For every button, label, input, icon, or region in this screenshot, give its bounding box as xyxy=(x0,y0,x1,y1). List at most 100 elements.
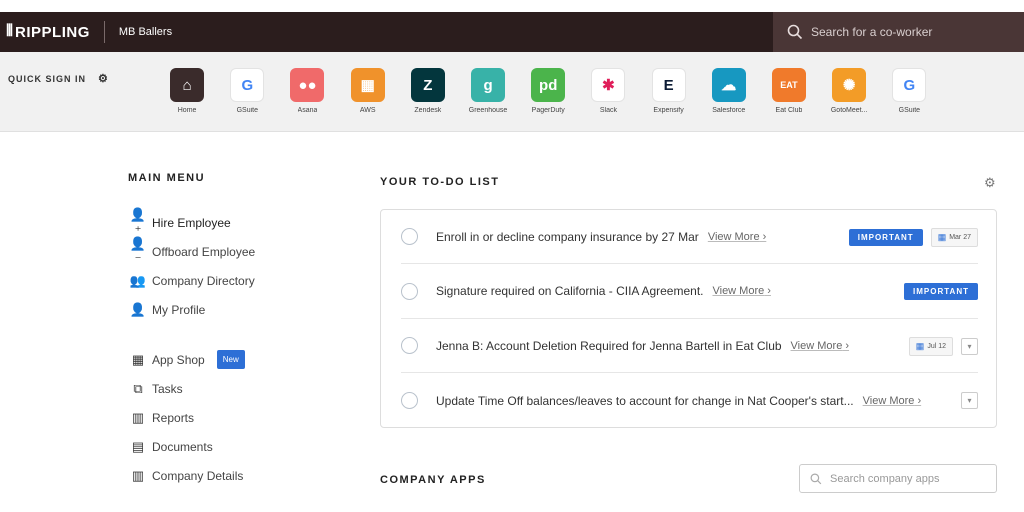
chevron-down-icon[interactable]: ▾ xyxy=(961,337,978,355)
view-more-label: View More xyxy=(790,339,843,352)
view-more-link[interactable]: View More › xyxy=(712,285,771,297)
menu-item-app-shop[interactable]: ▦ App Shop New xyxy=(128,345,255,374)
todo-item-text: Signature required on California - CIIA … xyxy=(436,284,704,298)
due-date-chip: ▦ Jul 12 xyxy=(908,336,953,356)
menu-spacer xyxy=(128,324,255,345)
quick-sign-in-bar: QUICK SIGN IN ⚙ ⌂ Home G GSuite ●● Asana ▦ AWS Z… xyxy=(0,52,1024,132)
quick-sign-in-apps: ⌂ Home G GSuite ●● Asana ▦ AWS Z Zendesk g Greenhou… xyxy=(157,68,939,114)
todo-item-meta: ▾ xyxy=(953,374,978,428)
company-name[interactable]: MB Ballers xyxy=(119,26,172,38)
todo-checkbox[interactable] xyxy=(401,282,418,300)
gear-icon[interactable]: ⚙ xyxy=(98,72,109,85)
quick-app-label: AWS xyxy=(359,107,376,114)
quick-app-label: Home xyxy=(177,107,197,114)
todo-checkbox[interactable] xyxy=(401,337,418,354)
quick-app-label: Asana xyxy=(297,107,318,114)
menu-item-company-directory[interactable]: 👥 Company Directory xyxy=(128,266,255,295)
document-icon: ▤ xyxy=(131,438,145,454)
rippling-logo-icon: ⦀ xyxy=(6,23,13,40)
quick-app-label: Eat Club xyxy=(775,107,803,114)
menu-item-company-details[interactable]: ▥ Company Details xyxy=(128,461,255,490)
todo-list-title: YOUR TO-DO LIST xyxy=(380,176,500,188)
quick-app-asana[interactable]: ●● Asana xyxy=(277,68,337,114)
quick-app-label: Slack xyxy=(599,107,617,114)
menu-item-reports[interactable]: ▥ Reports xyxy=(128,403,255,432)
quick-app-label: Salesforce xyxy=(712,107,746,114)
todo-item-meta: IMPORTANT xyxy=(904,265,978,319)
todo-item[interactable]: Update Time Off balances/leaves to accou… xyxy=(401,374,978,428)
quick-app-gsuite[interactable]: G GSuite xyxy=(879,68,939,114)
menu-item-label: Tasks xyxy=(152,381,183,396)
quick-app-slack[interactable]: ✱ Slack xyxy=(578,68,638,114)
coworker-search-input[interactable]: Search for a co-worker xyxy=(773,12,1024,52)
quick-app-home[interactable]: ⌂ Home xyxy=(157,68,217,114)
chevron-down-icon[interactable]: ▾ xyxy=(961,392,978,409)
todo-item-meta: IMPORTANT ▦ Mar 27 xyxy=(848,210,978,264)
main-menu: 👤⁺ Hire Employee 👤⁻ Offboard Employee 👥 Compa… xyxy=(128,207,255,490)
zendesk-icon: Z xyxy=(410,68,445,102)
calendar-icon: ▦ xyxy=(937,231,947,242)
todo-item-text: Enroll in or decline company insurance b… xyxy=(436,229,699,244)
todo-checkbox[interactable] xyxy=(401,392,418,409)
tasks-icon: ⧉ xyxy=(133,380,143,396)
person-icon: 👤 xyxy=(129,301,147,317)
building-icon: ▥ xyxy=(131,467,145,483)
quick-app-gotomeet[interactable]: ✺ GotoMeet... xyxy=(819,68,879,114)
todo-item-text: Jenna B: Account Deletion Required for J… xyxy=(436,338,782,353)
calendar-icon: ▦ xyxy=(915,340,925,351)
menu-item-hire-employee[interactable]: 👤⁺ Hire Employee xyxy=(128,207,255,238)
menu-item-tasks[interactable]: ⧉ Tasks xyxy=(128,374,255,403)
greenhouse-icon: g xyxy=(471,68,506,102)
important-badge: IMPORTANT xyxy=(848,228,923,246)
brand-separator xyxy=(103,21,105,43)
todo-item[interactable]: Enroll in or decline company insurance b… xyxy=(401,210,978,264)
due-date-text: Jul 12 xyxy=(927,342,946,350)
company-apps-search-input[interactable]: Search company apps xyxy=(799,464,997,493)
expensify-icon: E xyxy=(651,68,686,102)
quick-app-label: Zendesk xyxy=(414,107,442,114)
important-badge: IMPORTANT xyxy=(904,283,978,300)
view-more-link[interactable]: View More › xyxy=(863,395,922,407)
reports-icon: ▥ xyxy=(131,409,145,425)
view-more-label: View More xyxy=(712,285,765,297)
view-more-link[interactable]: View More › xyxy=(708,231,767,243)
brand-logo[interactable]: ⦀ RIPPLING xyxy=(6,23,90,41)
pagerduty-icon: pd xyxy=(531,68,566,102)
menu-item-label: Reports xyxy=(152,410,195,425)
quick-app-label: Expensify xyxy=(653,107,684,114)
quick-app-zendesk[interactable]: Z Zendesk xyxy=(398,68,458,114)
todo-item[interactable]: Signature required on California - CIIA … xyxy=(401,265,978,319)
quick-app-gsuite[interactable]: G GSuite xyxy=(217,68,277,114)
menu-item-label: Documents xyxy=(152,439,213,454)
search-icon xyxy=(810,473,822,484)
quick-app-eat-club[interactable]: EAT Eat Club xyxy=(759,68,819,114)
menu-item-documents[interactable]: ▤ Documents xyxy=(128,432,255,461)
menu-item-my-profile[interactable]: 👤 My Profile xyxy=(128,295,255,324)
menu-item-label: App Shop xyxy=(152,352,205,367)
quick-sign-in-label: QUICK SIGN IN ⚙ xyxy=(8,72,109,85)
chevron-right-icon: › xyxy=(914,394,922,407)
todo-item[interactable]: Jenna B: Account Deletion Required for J… xyxy=(401,319,978,373)
menu-item-offboard-employee[interactable]: 👤⁻ Offboard Employee xyxy=(128,236,255,267)
quick-app-salesforce[interactable]: ☁ Salesforce xyxy=(699,68,759,114)
menu-item-label: Company Details xyxy=(152,468,244,483)
due-date-text: Mar 27 xyxy=(949,233,971,241)
quick-app-label: GotoMeet... xyxy=(830,107,868,114)
salesforce-icon: ☁ xyxy=(711,68,746,102)
view-more-link[interactable]: View More › xyxy=(791,340,850,352)
quick-app-greenhouse[interactable]: g Greenhouse xyxy=(458,68,518,114)
todo-checkbox[interactable] xyxy=(401,228,418,245)
view-more-label: View More xyxy=(707,230,760,243)
new-badge: New xyxy=(216,350,245,369)
todo-item-meta: ▦ Jul 12 ▾ xyxy=(901,319,978,373)
quick-sign-in-title: QUICK SIGN IN xyxy=(8,73,87,84)
quick-app-expensify[interactable]: E Expensify xyxy=(639,68,699,114)
chevron-right-icon: › xyxy=(759,230,767,243)
quick-app-label: GSuite xyxy=(236,107,258,114)
chevron-right-icon: › xyxy=(764,285,771,297)
top-bar: ⦀ RIPPLING MB Ballers Search for a co-wo… xyxy=(0,12,1024,52)
asana-icon: ●● xyxy=(290,68,325,102)
quick-app-pagerduty[interactable]: pd PagerDuty xyxy=(518,68,578,114)
gear-icon[interactable]: ⚙ xyxy=(984,175,996,191)
quick-app-aws[interactable]: ▦ AWS xyxy=(338,68,398,114)
